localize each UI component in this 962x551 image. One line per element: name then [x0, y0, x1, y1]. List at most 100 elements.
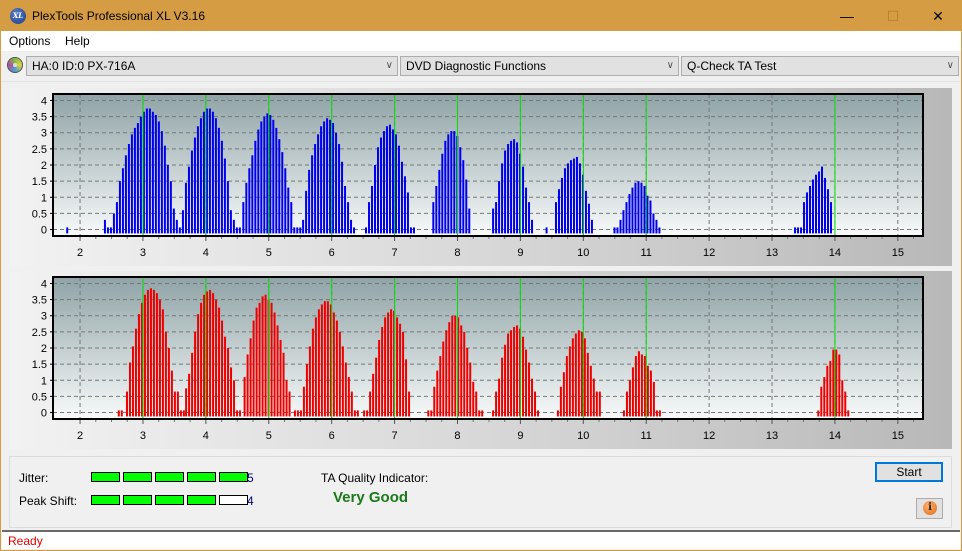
peak-shift-segment	[155, 495, 184, 505]
histogram-bar	[332, 123, 335, 234]
histogram-bar	[432, 202, 435, 234]
peak-shift-label: Peak Shift:	[19, 494, 78, 508]
histogram-bar	[841, 380, 844, 417]
start-button[interactable]: Start	[875, 462, 943, 482]
histogram-bar	[239, 410, 242, 417]
histogram-bar	[469, 362, 472, 417]
histogram-bar	[335, 132, 338, 234]
histogram-bar	[412, 227, 415, 234]
histogram-bar	[444, 140, 447, 234]
app-logo-icon: XL	[10, 8, 26, 24]
window-title: PlexTools Professional XL V3.16	[32, 9, 205, 23]
histogram-bar	[158, 299, 161, 417]
jitter-label: Jitter:	[19, 471, 49, 485]
x-tick-label: 9	[517, 430, 523, 442]
status-bar: Ready	[2, 530, 960, 549]
histogram-bar	[278, 139, 281, 234]
histogram-bar	[436, 370, 439, 417]
histogram-bar	[584, 190, 587, 234]
histogram-bar	[199, 118, 202, 234]
histogram-bar	[260, 121, 263, 234]
x-tick-label: 4	[203, 430, 209, 442]
info-button[interactable]: i	[916, 498, 943, 519]
drive-select[interactable]: HA:0 ID:0 PX-716A ∨	[26, 56, 398, 76]
x-tick-label: 2	[77, 247, 83, 259]
histogram-bar	[378, 339, 381, 417]
maximize-button[interactable]: ☐	[870, 1, 916, 31]
histogram-bar	[235, 227, 238, 234]
histogram-bar	[206, 291, 209, 417]
histogram-bar	[821, 166, 824, 234]
y-tick-label: 3	[41, 128, 47, 140]
histogram-bar	[293, 227, 296, 234]
drive-select-value: HA:0 ID:0 PX-716A	[32, 59, 136, 73]
peak-shift-meter	[91, 495, 248, 505]
histogram-bar	[218, 307, 221, 417]
histogram-bar	[273, 312, 276, 417]
histogram-bar	[332, 312, 335, 417]
histogram-bar	[522, 166, 525, 234]
histogram-bar	[826, 189, 829, 234]
x-tick-label: 6	[329, 430, 335, 442]
histogram-bar	[376, 147, 379, 234]
histogram-bar	[323, 121, 326, 234]
x-tick-label: 5	[266, 430, 272, 442]
x-tick-label: 5	[266, 247, 272, 259]
histogram-bar	[308, 169, 311, 234]
histogram-bar	[531, 219, 534, 234]
x-tick-label: 10	[577, 430, 589, 442]
histogram-bar	[637, 351, 640, 417]
histogram-bar	[184, 182, 187, 234]
histogram-bar	[255, 307, 258, 417]
histogram-bar	[320, 304, 323, 417]
histogram-bar	[634, 356, 637, 417]
y-tick-label: 1.5	[32, 359, 47, 371]
menu-options[interactable]: Options	[9, 34, 50, 48]
histogram-bar	[299, 227, 302, 234]
y-tick-label: 3.5	[32, 295, 47, 307]
histogram-bar	[537, 410, 540, 417]
histogram-bar	[146, 289, 149, 417]
histogram-bar	[317, 134, 320, 234]
function-select[interactable]: DVD Diagnostic Functions ∨	[400, 56, 679, 76]
y-tick-label: 2	[41, 160, 47, 172]
histogram-bar	[211, 111, 214, 234]
histogram-bar	[341, 346, 344, 417]
histogram-bar	[439, 356, 442, 417]
histogram-bar	[528, 362, 531, 417]
histogram-bar	[402, 331, 405, 417]
menu-help[interactable]: Help	[65, 34, 90, 48]
x-tick-label: 13	[766, 247, 778, 259]
histogram-bar	[525, 349, 528, 417]
histogram-bar	[478, 410, 481, 417]
histogram-bar	[397, 145, 400, 234]
y-tick-label: 1.5	[32, 176, 47, 188]
test-select[interactable]: Q-Check TA Test ∨	[681, 56, 959, 76]
y-tick-label: 2.5	[32, 327, 47, 339]
histogram-bar	[399, 323, 402, 417]
histogram-bar	[151, 111, 154, 234]
histogram-bar	[245, 182, 248, 234]
histogram-bar	[167, 348, 170, 417]
histogram-bar	[468, 208, 471, 234]
histogram-bar	[299, 410, 302, 417]
histogram-bar	[350, 391, 353, 417]
close-button[interactable]: ✕	[915, 1, 961, 31]
x-tick-label: 8	[454, 247, 460, 259]
histogram-bar	[139, 116, 142, 234]
histogram-bar	[166, 165, 169, 234]
histogram-bar	[613, 227, 616, 234]
minimize-button[interactable]: —	[824, 1, 870, 31]
x-tick-label: 12	[703, 247, 715, 259]
histogram-bar	[580, 331, 583, 417]
histogram-bar	[282, 352, 285, 417]
histogram-bar	[448, 322, 451, 417]
histogram-bar	[406, 192, 409, 234]
histogram-bar	[528, 202, 531, 234]
histogram-bar	[238, 227, 241, 234]
histogram-bar	[525, 187, 528, 234]
x-tick-label: 2	[77, 430, 83, 442]
histogram-bar	[643, 185, 646, 234]
histogram-bar	[498, 378, 501, 417]
histogram-bar	[472, 381, 475, 417]
